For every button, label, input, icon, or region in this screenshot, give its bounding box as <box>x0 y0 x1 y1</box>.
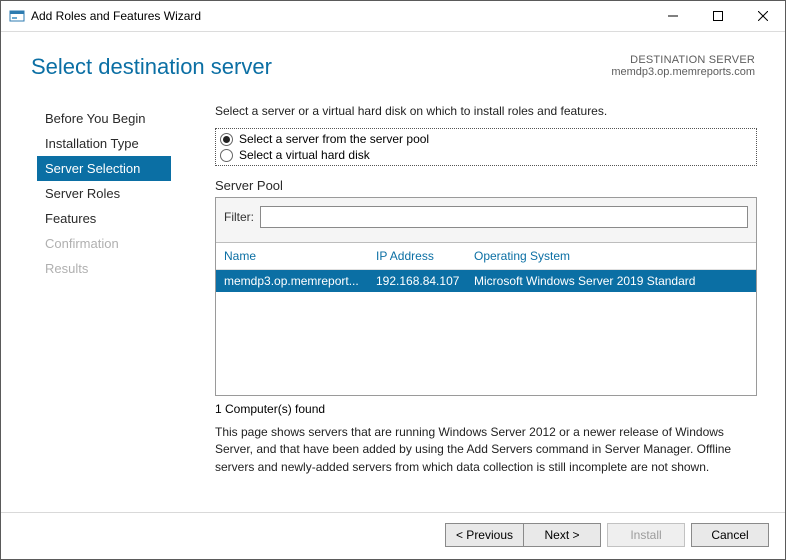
table-header: Name IP Address Operating System <box>216 243 756 270</box>
minimize-button[interactable] <box>650 1 695 31</box>
sidebar-item-before-you-begin[interactable]: Before You Begin <box>37 106 171 131</box>
previous-button[interactable]: < Previous <box>445 523 523 547</box>
sidebar-item-server-roles[interactable]: Server Roles <box>37 181 171 206</box>
cell-ip: 192.168.84.107 <box>376 274 474 288</box>
cell-name: memdp3.op.memreport... <box>224 274 376 288</box>
page-note: This page shows servers that are running… <box>215 424 757 476</box>
wizard-footer: < Previous Next > Install Cancel <box>1 512 785 559</box>
window-title: Add Roles and Features Wizard <box>31 9 201 23</box>
column-name[interactable]: Name <box>224 249 376 263</box>
sidebar-item-features[interactable]: Features <box>37 206 171 231</box>
wizard-sidebar: Before You Begin Installation Type Serve… <box>1 86 171 512</box>
sidebar-item-server-selection[interactable]: Server Selection <box>37 156 171 181</box>
wizard-header: Select destination server DESTINATION SE… <box>1 32 785 86</box>
table-row[interactable]: memdp3.op.memreport... 192.168.84.107 Mi… <box>216 270 756 292</box>
install-button: Install <box>607 523 685 547</box>
radio-vhd-label: Select a virtual hard disk <box>239 148 370 162</box>
destination-label: DESTINATION SERVER <box>611 54 755 66</box>
filter-row: Filter: <box>216 198 756 243</box>
destination-info: DESTINATION SERVER memdp3.op.memreports.… <box>611 54 755 78</box>
sidebar-item-installation-type[interactable]: Installation Type <box>37 131 171 156</box>
filter-input[interactable] <box>260 206 748 228</box>
target-radio-group: Select a server from the server pool Sel… <box>215 128 757 166</box>
radio-server-pool[interactable]: Select a server from the server pool <box>220 131 752 147</box>
server-table: Name IP Address Operating System memdp3.… <box>216 243 756 395</box>
next-button[interactable]: Next > <box>523 523 601 547</box>
nav-button-pair: < Previous Next > <box>445 523 601 547</box>
radio-icon <box>220 149 233 162</box>
titlebar: Add Roles and Features Wizard <box>1 1 785 32</box>
wizard-body: Before You Begin Installation Type Serve… <box>1 86 785 512</box>
page-title: Select destination server <box>31 54 272 80</box>
server-pool-label: Server Pool <box>215 178 757 193</box>
filter-label: Filter: <box>224 210 254 224</box>
wizard-window: Add Roles and Features Wizard Select des… <box>0 0 786 560</box>
radio-virtual-hard-disk[interactable]: Select a virtual hard disk <box>220 147 752 163</box>
computers-found-text: 1 Computer(s) found <box>215 402 757 416</box>
close-button[interactable] <box>740 1 785 31</box>
cell-os: Microsoft Windows Server 2019 Standard <box>474 274 748 288</box>
column-ip[interactable]: IP Address <box>376 249 474 263</box>
sidebar-item-results: Results <box>37 256 171 281</box>
radio-icon <box>220 133 233 146</box>
sidebar-item-confirmation: Confirmation <box>37 231 171 256</box>
wizard-main: Select a server or a virtual hard disk o… <box>171 86 757 512</box>
radio-server-pool-label: Select a server from the server pool <box>239 132 429 146</box>
destination-server: memdp3.op.memreports.com <box>611 66 755 78</box>
server-pool-box: Filter: Name IP Address Operating System… <box>215 197 757 396</box>
app-icon <box>9 8 25 24</box>
instruction-text: Select a server or a virtual hard disk o… <box>215 104 757 118</box>
cancel-button[interactable]: Cancel <box>691 523 769 547</box>
column-os[interactable]: Operating System <box>474 249 748 263</box>
maximize-button[interactable] <box>695 1 740 31</box>
